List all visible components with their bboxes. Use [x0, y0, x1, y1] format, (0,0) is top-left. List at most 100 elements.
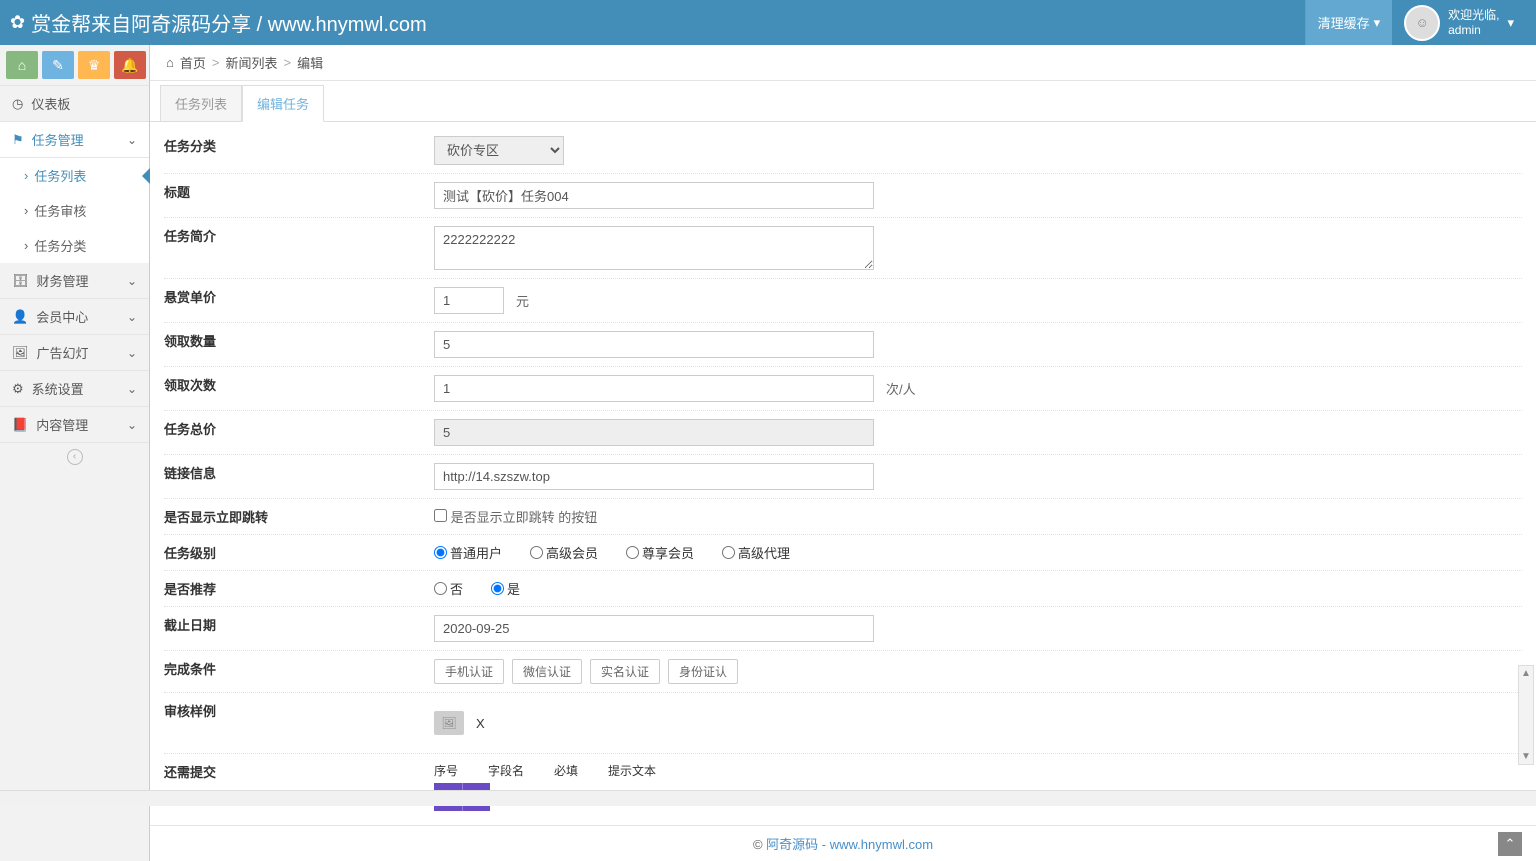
separator: > — [283, 55, 291, 70]
sidebar-item-finance[interactable]: 🗄财务管理 ⌄ — [0, 263, 149, 299]
footer-copy: © — [753, 837, 766, 852]
go-top-button[interactable]: ⌃ — [1498, 832, 1522, 856]
chevron-down-icon: ⌄ — [127, 382, 137, 396]
clear-cache-button[interactable]: 清理缓存 ▾ — [1305, 0, 1393, 45]
title-input[interactable] — [434, 182, 874, 209]
sample-remove[interactable]: X — [476, 716, 485, 731]
chevron-down-icon: ⌄ — [127, 133, 137, 147]
jump-checkbox[interactable] — [434, 509, 447, 522]
footer-link[interactable]: 阿奇源码 - www.hnymwl.com — [766, 837, 933, 852]
sidebar-item-label: 任务审核 — [34, 201, 86, 220]
scroll-up-icon: ▲ — [1521, 668, 1531, 679]
sidebar-item-label: 内容管理 — [36, 415, 88, 434]
intro-textarea[interactable]: 2222222222 — [434, 226, 874, 270]
cond-phone[interactable]: 手机认证 — [434, 659, 504, 684]
image-icon: 🖼 — [12, 345, 29, 361]
cond-id[interactable]: 身份证认 — [668, 659, 738, 684]
sidebar-collapse[interactable]: ‹ — [0, 443, 149, 469]
sample-thumb[interactable]: 🖼 — [434, 711, 464, 735]
sidebar-item-task-audit[interactable]: › 任务审核 — [0, 193, 149, 228]
sidebar-item-task-cat[interactable]: ›任务分类 — [0, 228, 149, 263]
home-icon: ⌂ — [166, 55, 174, 70]
breadcrumb-current: 编辑 — [297, 53, 323, 72]
tabs: 任务列表 编辑任务 — [150, 85, 1536, 122]
user-text: 欢迎光临, admin — [1448, 8, 1499, 37]
sidebar-item-ads[interactable]: 🖼广告幻灯 ⌄ — [0, 335, 149, 371]
welcome-text: 欢迎光临, — [1448, 8, 1499, 22]
label-intro: 任务简介 — [164, 226, 434, 270]
col-req: 必填 — [554, 762, 578, 779]
home-button[interactable]: ⌂ — [6, 51, 38, 79]
tab-task-edit[interactable]: 编辑任务 — [242, 85, 324, 122]
sidebar-item-task-list[interactable]: ›任务列表 — [0, 158, 149, 193]
label-level: 任务级别 — [164, 543, 434, 562]
price-input[interactable] — [434, 287, 504, 314]
separator: > — [212, 55, 220, 70]
label-sample: 审核样例 — [164, 701, 434, 745]
users-button[interactable]: ♛ — [78, 51, 110, 79]
level-opt-vip[interactable]: 尊享会员 — [626, 543, 694, 562]
label-cond: 完成条件 — [164, 659, 434, 684]
user-menu[interactable]: ☺ 欢迎光临, admin ▾ — [1392, 0, 1526, 45]
sidebar-item-label: 仪表板 — [31, 94, 70, 113]
brand: ✿ 赏金帮来自阿奇源码分享 / www.hnymwl.com — [10, 8, 427, 37]
toolbar: ⌂ ✎ ♛ 🔔 — [0, 45, 149, 86]
link-input[interactable] — [434, 463, 874, 490]
cond-wechat[interactable]: 微信认证 — [512, 659, 582, 684]
username: admin — [1448, 23, 1499, 37]
main: ⌂ 首页 > 新闻列表 > 编辑 任务列表 编辑任务 任务分类 砍价专区 标题 — [150, 45, 1536, 861]
sidebar-item-system[interactable]: ⚙ 系统设置 ⌄ — [0, 371, 149, 407]
alert-button[interactable]: 🔔 — [114, 51, 146, 79]
label-title: 标题 — [164, 182, 434, 209]
sidebar-item-tasks[interactable]: ⚑任务管理 ⌄ — [0, 122, 149, 158]
label-deadline: 截止日期 — [164, 615, 434, 642]
scroll-down-icon: ▼ — [1521, 751, 1531, 762]
edit-form: 任务分类 砍价专区 标题 任务简介 2222222222 悬赏单价 — [150, 122, 1536, 825]
recommend-no[interactable]: 否 — [434, 579, 463, 598]
avatar: ☺ — [1404, 5, 1440, 41]
label-link: 链接信息 — [164, 463, 434, 490]
sidebar-item-label: 任务分类 — [34, 236, 86, 255]
chevron-down-icon: ⌄ — [127, 274, 137, 288]
label-price: 悬赏单价 — [164, 287, 434, 314]
times-suffix: 次/人 — [886, 379, 916, 398]
sidebar-item-content[interactable]: 📕内容管理 ⌄ — [0, 407, 149, 443]
jump-cb-label: 是否显示立即跳转 的按钮 — [451, 510, 598, 525]
edit-button[interactable]: ✎ — [42, 51, 74, 79]
clear-cache-label: 清理缓存 — [1318, 13, 1370, 32]
sidebar-item-label: 系统设置 — [32, 379, 84, 398]
inner-scrollbar[interactable]: ▲ ▼ — [1518, 665, 1534, 765]
breadcrumb: ⌂ 首页 > 新闻列表 > 编辑 — [150, 45, 1536, 81]
leaf-icon: ✿ — [10, 12, 25, 33]
brand-text: 赏金帮来自阿奇源码分享 / www.hnymwl.com — [31, 8, 427, 37]
deadline-input[interactable] — [434, 615, 874, 642]
breadcrumb-list[interactable]: 新闻列表 — [225, 53, 277, 72]
qty-input[interactable] — [434, 331, 874, 358]
label-recommend: 是否推荐 — [164, 579, 434, 598]
gear-icon: ⚙ — [12, 381, 24, 397]
times-input[interactable] — [434, 375, 874, 402]
jump-checkbox-wrap[interactable]: 是否显示立即跳转 的按钮 — [434, 507, 597, 526]
sidebar-item-label: 会员中心 — [36, 307, 88, 326]
chevron-left-icon: ‹ — [67, 449, 83, 465]
label-jump: 是否显示立即跳转 — [164, 507, 434, 526]
recommend-yes[interactable]: 是 — [491, 579, 520, 598]
label-qty: 领取数量 — [164, 331, 434, 358]
bullet-icon: › — [24, 203, 28, 218]
breadcrumb-home[interactable]: 首页 — [180, 53, 206, 72]
sidebar-item-dashboard[interactable]: ◷仪表板 — [0, 86, 149, 122]
level-opt-senior[interactable]: 高级会员 — [530, 543, 598, 562]
tab-task-list[interactable]: 任务列表 — [160, 85, 242, 121]
label-total: 任务总价 — [164, 419, 434, 446]
label-times: 领取次数 — [164, 375, 434, 402]
level-opt-agent[interactable]: 高级代理 — [722, 543, 790, 562]
caret-down-icon: ▾ — [1507, 15, 1514, 31]
cond-realname[interactable]: 实名认证 — [590, 659, 660, 684]
category-select[interactable]: 砍价专区 — [434, 136, 564, 165]
level-opt-normal[interactable]: 普通用户 — [434, 543, 502, 562]
col-no: 序号 — [434, 762, 458, 779]
sidebar-item-member[interactable]: 👤会员中心 ⌄ — [0, 299, 149, 335]
footer: © 阿奇源码 - www.hnymwl.com ⌃ — [150, 825, 1536, 861]
bullet-icon: › — [24, 168, 28, 183]
page-scrollbar[interactable] — [0, 790, 1536, 806]
